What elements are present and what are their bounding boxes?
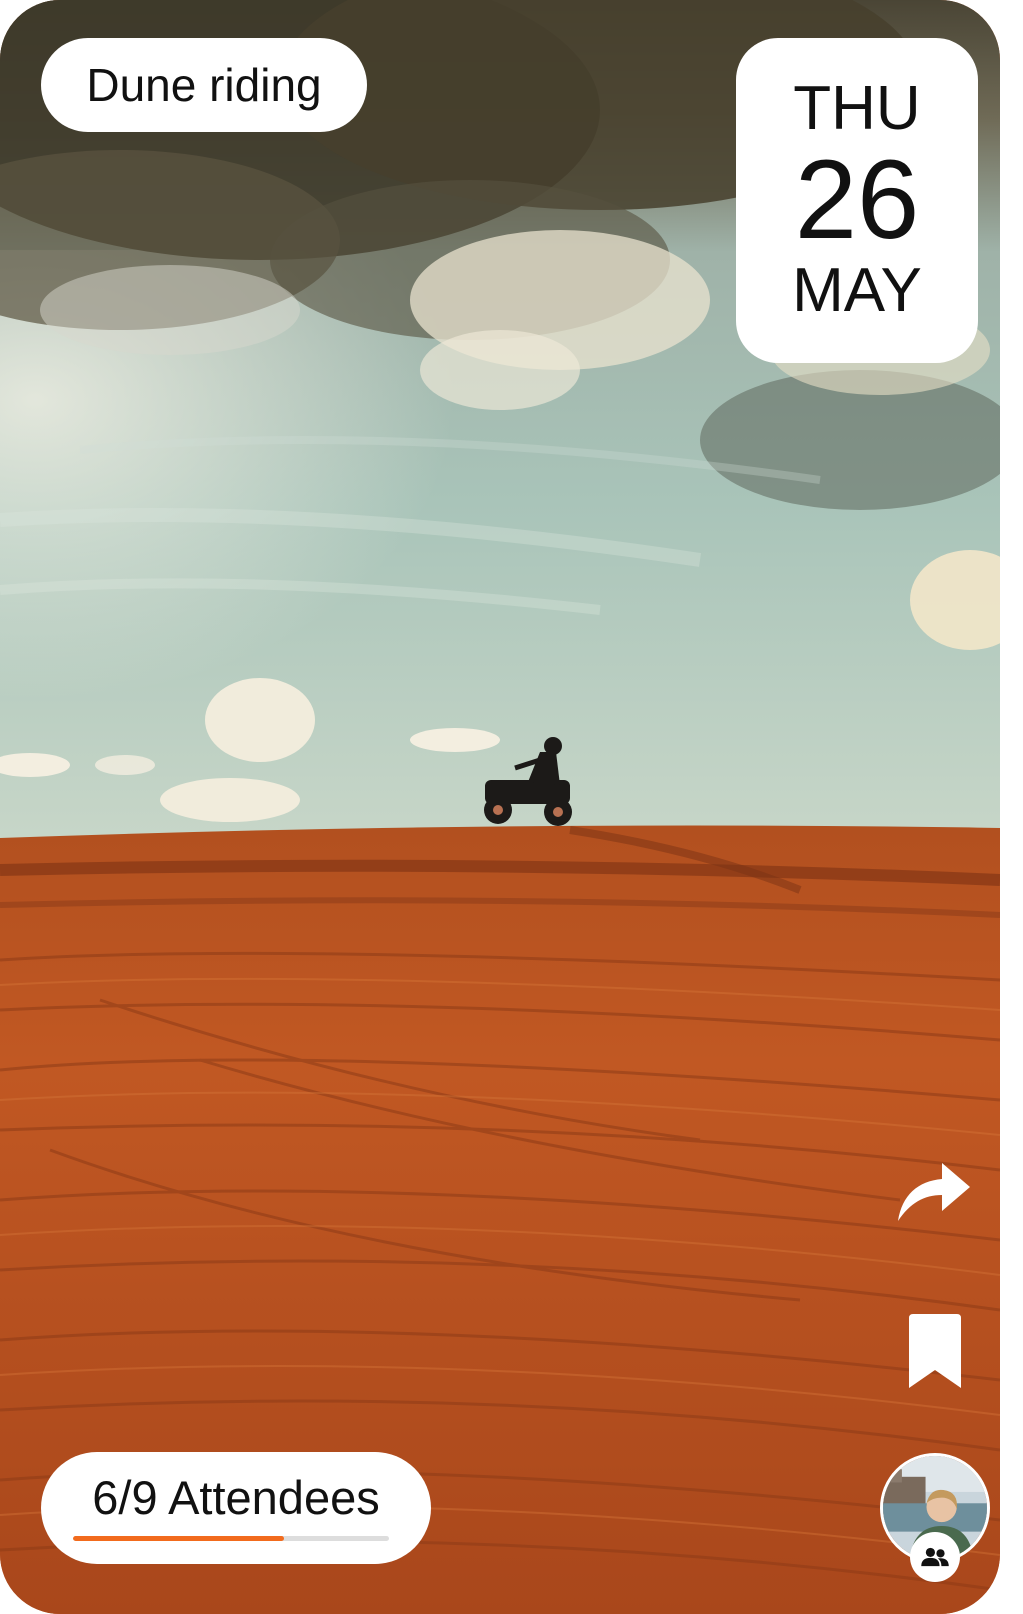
attendees-progress-fill [73, 1536, 284, 1541]
people-group-icon [921, 1547, 949, 1567]
bookmark-button[interactable] [905, 1312, 965, 1392]
date-badge: THU 26 MAY [736, 38, 978, 363]
group-badge [910, 1532, 960, 1582]
share-button[interactable] [894, 1155, 974, 1227]
date-day: 26 [794, 136, 920, 262]
attendees-progress-track [73, 1536, 389, 1541]
event-title: Dune riding [86, 59, 322, 111]
event-card[interactable]: Dune riding THU 26 MAY 6/9 Attendees [0, 0, 1000, 1614]
attendees-count: 6/9 Attendees [92, 1471, 380, 1524]
attendees-pill[interactable]: 6/9 Attendees [41, 1452, 431, 1564]
date-weekday: THU [793, 73, 921, 143]
bookmark-icon [909, 1314, 961, 1388]
event-title-pill: Dune riding [41, 38, 367, 132]
share-arrow-icon [898, 1163, 970, 1221]
date-month: MAY [792, 255, 922, 325]
